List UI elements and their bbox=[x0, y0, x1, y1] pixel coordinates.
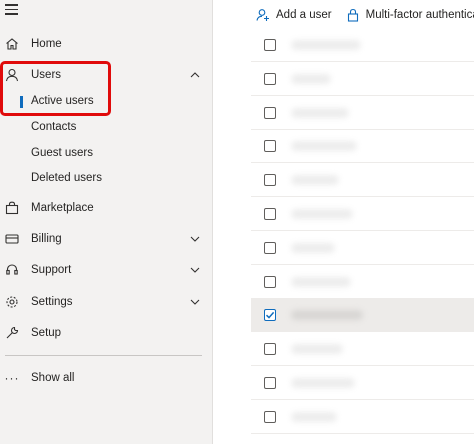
redacted-user-name bbox=[291, 411, 337, 422]
gear-icon bbox=[5, 295, 19, 309]
row-checkbox[interactable] bbox=[264, 275, 276, 288]
nav-item-label: Settings bbox=[31, 296, 73, 308]
redacted-user-name bbox=[291, 107, 349, 118]
command-bar: Add a user Multi-factor authentica bbox=[256, 5, 474, 25]
checkmark-icon bbox=[265, 312, 275, 320]
redacted-user-name bbox=[291, 242, 335, 253]
redacted-user-name bbox=[291, 40, 361, 50]
nav-item-billing[interactable]: Billing bbox=[0, 227, 212, 251]
nav-subitem-label: Deleted users bbox=[31, 172, 102, 184]
redacted-user-name bbox=[291, 73, 331, 84]
nav-subitem-active-users[interactable]: Active users bbox=[0, 91, 212, 113]
home-icon bbox=[5, 37, 19, 51]
nav-item-show-all[interactable]: ··· Show all bbox=[0, 366, 212, 390]
redacted-user-name bbox=[291, 141, 357, 152]
nav-subitem-label: Guest users bbox=[31, 147, 93, 159]
nav-item-settings[interactable]: Settings bbox=[0, 290, 212, 314]
redacted-user-name bbox=[291, 378, 355, 388]
row-checkbox[interactable] bbox=[264, 106, 276, 119]
table-row[interactable] bbox=[251, 197, 474, 231]
shopping-bag-icon bbox=[5, 201, 19, 215]
row-checkbox[interactable] bbox=[264, 343, 276, 356]
table-row[interactable] bbox=[251, 366, 474, 400]
add-user-icon bbox=[256, 9, 269, 21]
redacted-user-name bbox=[291, 310, 363, 321]
nav-item-label: Home bbox=[31, 38, 62, 50]
table-row[interactable] bbox=[251, 400, 474, 434]
table-row[interactable] bbox=[251, 298, 474, 333]
chevron-down-icon[interactable] bbox=[189, 233, 201, 245]
nav-item-setup[interactable]: Setup bbox=[0, 321, 212, 345]
row-checkbox[interactable] bbox=[264, 241, 276, 254]
headset-icon bbox=[5, 263, 19, 277]
nav-item-label: Support bbox=[31, 264, 72, 276]
row-checkbox[interactable] bbox=[264, 140, 276, 153]
mfa-button[interactable]: Multi-factor authentica bbox=[346, 8, 474, 22]
row-checkbox[interactable] bbox=[264, 410, 276, 423]
nav-item-label: Setup bbox=[31, 327, 62, 339]
redacted-user-name bbox=[291, 344, 343, 355]
nav-item-support[interactable]: Support bbox=[0, 258, 212, 282]
nav-subitem-contacts[interactable]: Contacts bbox=[0, 117, 212, 139]
nav-item-label: Billing bbox=[31, 233, 62, 245]
chevron-up-icon[interactable] bbox=[189, 69, 201, 81]
nav-subitem-label: Contacts bbox=[31, 121, 77, 133]
row-checkbox[interactable] bbox=[264, 377, 276, 389]
redacted-user-name bbox=[291, 276, 351, 287]
nav-subitem-guest-users[interactable]: Guest users bbox=[0, 143, 212, 165]
table-row[interactable] bbox=[251, 265, 474, 299]
row-checkbox[interactable] bbox=[264, 72, 276, 85]
table-row[interactable] bbox=[251, 231, 474, 265]
table-row[interactable] bbox=[251, 96, 474, 130]
credit-card-icon bbox=[5, 232, 19, 246]
row-checkbox[interactable] bbox=[264, 174, 276, 187]
table-row[interactable] bbox=[251, 332, 474, 367]
row-checkbox[interactable] bbox=[264, 309, 276, 322]
add-user-button[interactable]: Add a user bbox=[256, 8, 332, 22]
mfa-label: Multi-factor authentica bbox=[365, 9, 474, 21]
row-checkbox[interactable] bbox=[264, 208, 276, 220]
more-icon: ··· bbox=[4, 371, 20, 385]
hamburger-menu-icon[interactable] bbox=[5, 4, 21, 18]
row-checkbox[interactable] bbox=[264, 39, 276, 51]
chevron-down-icon[interactable] bbox=[189, 296, 201, 308]
wrench-icon bbox=[5, 326, 19, 340]
redacted-user-name bbox=[291, 209, 353, 219]
nav-item-home[interactable]: Home bbox=[0, 32, 212, 56]
nav-item-marketplace[interactable]: Marketplace bbox=[0, 196, 212, 220]
lock-icon bbox=[347, 8, 358, 22]
chevron-down-icon[interactable] bbox=[189, 264, 201, 276]
nav-subitem-deleted-users[interactable]: Deleted users bbox=[0, 168, 212, 190]
left-nav: Home Users Active users Contacts Guest u… bbox=[0, 0, 213, 444]
table-row[interactable] bbox=[251, 28, 474, 62]
table-row[interactable] bbox=[251, 62, 474, 96]
users-list-panel: Add a user Multi-factor authentica bbox=[214, 0, 474, 444]
nav-item-label: Show all bbox=[31, 372, 75, 384]
table-row[interactable] bbox=[251, 129, 474, 164]
nav-divider bbox=[5, 355, 202, 356]
nav-subitem-label: Active users bbox=[31, 95, 94, 107]
add-user-label: Add a user bbox=[276, 9, 332, 21]
nav-item-label: Marketplace bbox=[31, 202, 94, 214]
redacted-user-name bbox=[291, 175, 339, 186]
table-row[interactable] bbox=[251, 163, 474, 198]
